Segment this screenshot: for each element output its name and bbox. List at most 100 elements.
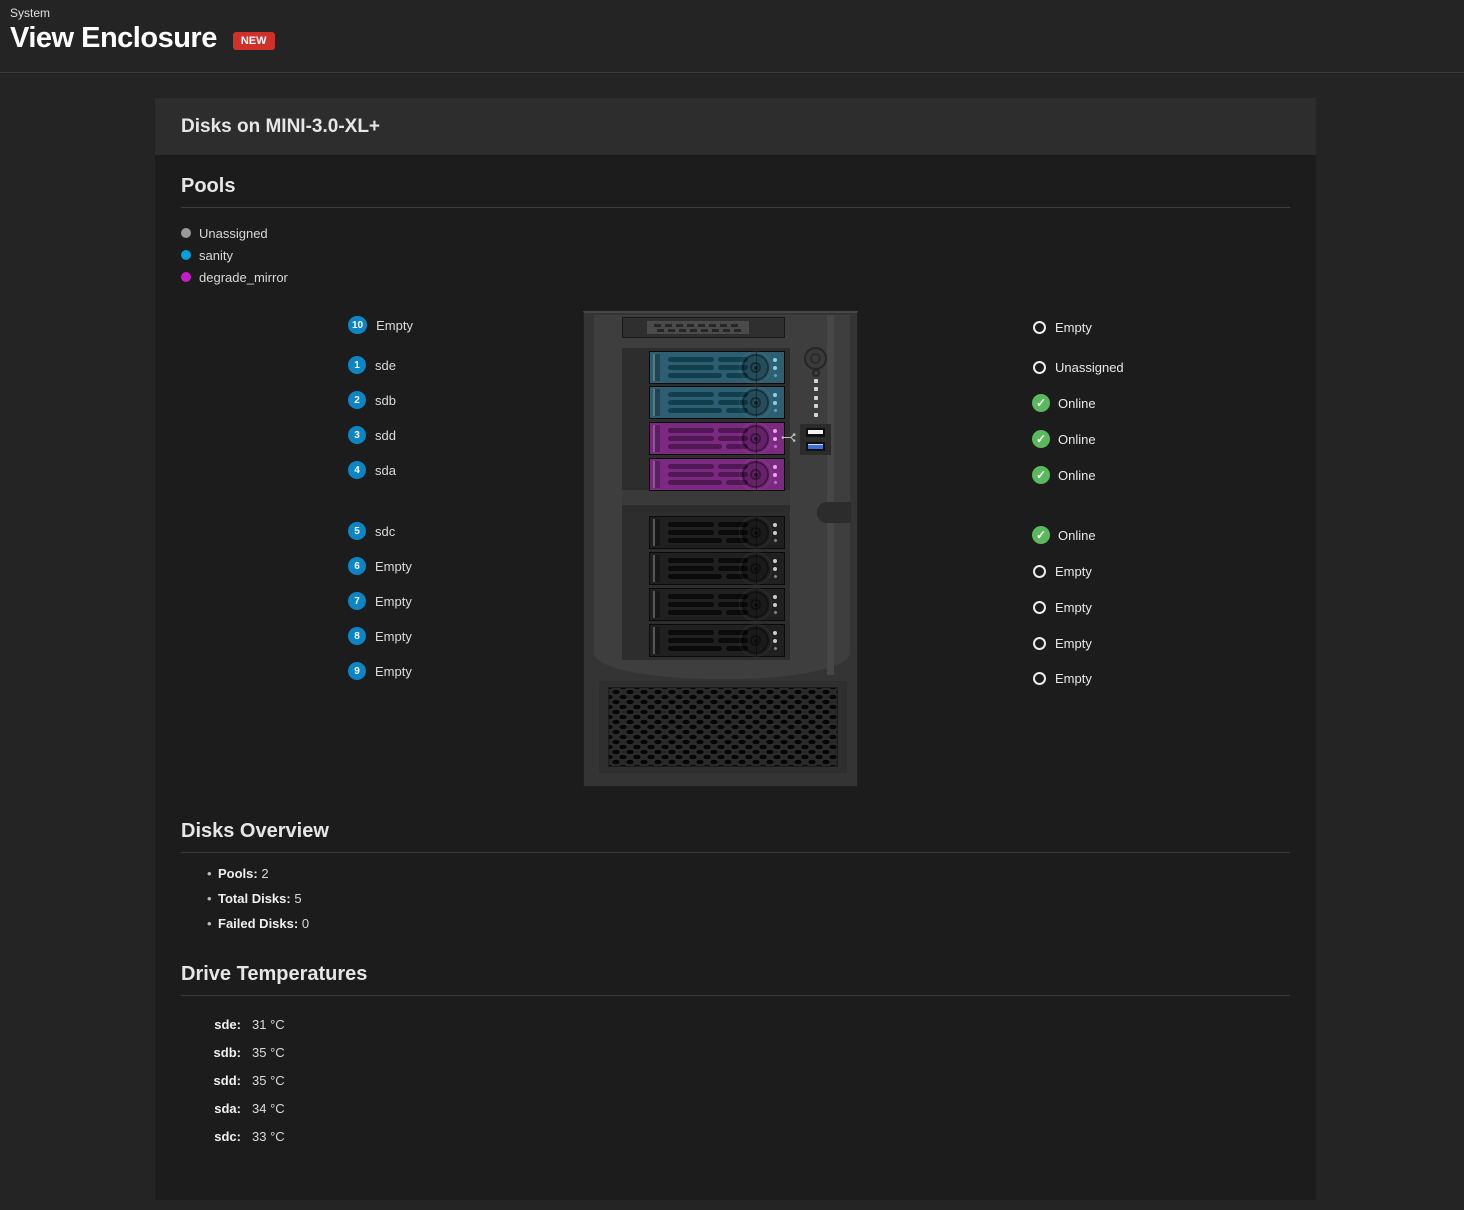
tray-led-indicators [772,429,778,449]
tray-led-indicators [772,393,778,413]
drive-tray-slot-6[interactable] [649,552,785,585]
pool-legend-label: Unassigned [199,225,268,241]
enclosure-visual: 10 Empty 1 sde 2 sdb 3 sdd 4 sda 5 sdc 6 Empty 7 Empty… [155,300,1316,805]
disk-status-row: Unassigned [1032,357,1124,377]
disks-overview-heading: Disks Overview [181,820,329,842]
tray-handle [653,425,660,452]
enclosure-graphic [583,311,858,787]
drive-tray-slot-3[interactable] [649,422,785,455]
drive-tray-slot-7[interactable] [649,588,785,621]
pool-legend: Unassigned sanity degrade_mirror [181,222,1290,288]
disk-status-label: Online [1058,467,1096,483]
pool-color-dot [181,228,191,238]
temperature-value: 35 °C [252,1072,285,1088]
enclosure-card: Disks on MINI-3.0-XL+ Pools Unassigned sa… [155,98,1316,1200]
slot-number-badge: 6 [348,557,366,575]
pools-heading: Pools [181,175,236,197]
disk-status-label: Online [1058,395,1096,411]
slot-number-badge: 1 [348,356,366,374]
tray-thumbscrew-icon [739,422,772,455]
tray-thumbscrew-icon [739,552,772,585]
disk-status-label: Unassigned [1055,359,1124,375]
temperature-row: sdc: 33 °C [181,1122,1290,1150]
pools-divider [181,207,1290,208]
status-online-icon: ✓ [1032,466,1050,484]
disk-status-label: Empty [1055,635,1092,651]
temperature-disk-label: sdb: [213,1044,241,1060]
chassis-edge-strip [827,315,834,675]
status-empty-icon [1033,320,1046,334]
tray-led-indicators [772,631,778,651]
tray-handle [653,461,660,488]
tray-led-indicators [772,465,778,485]
vent-grille [608,687,838,767]
overview-item: Failed Disks: 0 [181,911,1290,936]
tray-thumbscrew-icon [739,458,772,491]
drive-temperatures-heading: Drive Temperatures [181,963,368,985]
slot-number-badge: 7 [348,592,366,610]
drive-temperatures-section: Drive Temperatures sde: 31 °C sdb: 35 °C sdd… [155,963,1316,1150]
tray-led-indicators [772,559,778,579]
status-empty-icon [1033,671,1046,685]
disks-overview-divider [181,852,1290,853]
drive-tray-slot-10[interactable] [622,317,785,338]
breadcrumb[interactable]: System [10,6,50,20]
temperature-disk-label: sdc: [214,1128,241,1144]
disk-status-row: ✓ Online [1032,393,1096,413]
disk-status-row: ✓ Online [1032,465,1096,485]
pool-color-dot [181,272,191,282]
overview-item: Total Disks: 5 [181,886,1290,911]
tray-vents [668,392,748,413]
drive-temperatures-divider [181,995,1290,996]
disk-status-row: Empty [1032,668,1092,688]
slot-disk-label: sdb [375,392,396,408]
disk-status-row: ✓ Online [1032,429,1096,449]
disk-status-row: Empty [1032,597,1092,617]
slot-label-row: 9 Empty [348,661,412,681]
drive-tray-slot-1[interactable] [649,351,785,384]
usb-port-icon [806,428,825,437]
usb-icon [781,433,796,442]
page-title-row: View Enclosure NEW [10,22,275,55]
temperature-value: 35 °C [252,1044,285,1060]
disk-status-row: Empty [1032,561,1092,581]
tray-vents [668,594,748,615]
status-online-icon: ✓ [1032,526,1050,544]
pool-color-dot [181,250,191,260]
drive-tray-slot-8[interactable] [649,624,785,657]
status-online-icon: ✓ [1032,430,1050,448]
temperature-row: sdb: 35 °C [181,1038,1290,1066]
tray-handle [653,519,660,546]
slot-disk-label: Empty [375,628,412,644]
drive-tray-slot-4[interactable] [649,458,785,491]
tray-handle [653,389,660,416]
tray-vents [668,558,748,579]
drive-tray-slot-5[interactable] [649,516,785,549]
slot-disk-label: sde [375,357,396,373]
card-title: Disks on MINI-3.0-XL+ [181,115,381,137]
drive-tray-slot-2[interactable] [649,386,785,419]
temperature-value: 31 °C [252,1016,285,1032]
overview-item: Pools: 2 [181,861,1290,886]
slot-label-row: 1 sde [348,355,396,375]
slot-number-badge: 10 [348,316,368,334]
tray-vents [668,464,748,485]
power-led [812,369,820,377]
top-slot-vents [647,321,749,334]
slot-disk-label: sdc [375,523,396,539]
slot-disk-label: sdd [375,427,396,443]
slot-number-badge: 9 [348,662,366,680]
temperature-rows: sde: 31 °C sdb: 35 °C sdd: 35 °C sda: 34 °C sdc:… [181,1010,1290,1150]
slot-disk-label: sda [375,462,396,478]
tray-led-indicators [772,523,778,543]
slot-number-badge: 3 [348,426,366,444]
disk-status-row: Empty [1032,633,1092,653]
disk-status-row: Empty [1032,317,1092,337]
usb-port-icon [806,442,825,451]
slot-label-row: 3 sdd [348,425,396,445]
tray-handle [653,591,660,618]
disk-status-label: Empty [1055,670,1092,686]
new-badge: NEW [232,31,275,50]
status-empty-icon [1033,360,1046,374]
disks-overview-section: Disks Overview Pools: 2Total Disks: 5Fai… [155,820,1316,936]
